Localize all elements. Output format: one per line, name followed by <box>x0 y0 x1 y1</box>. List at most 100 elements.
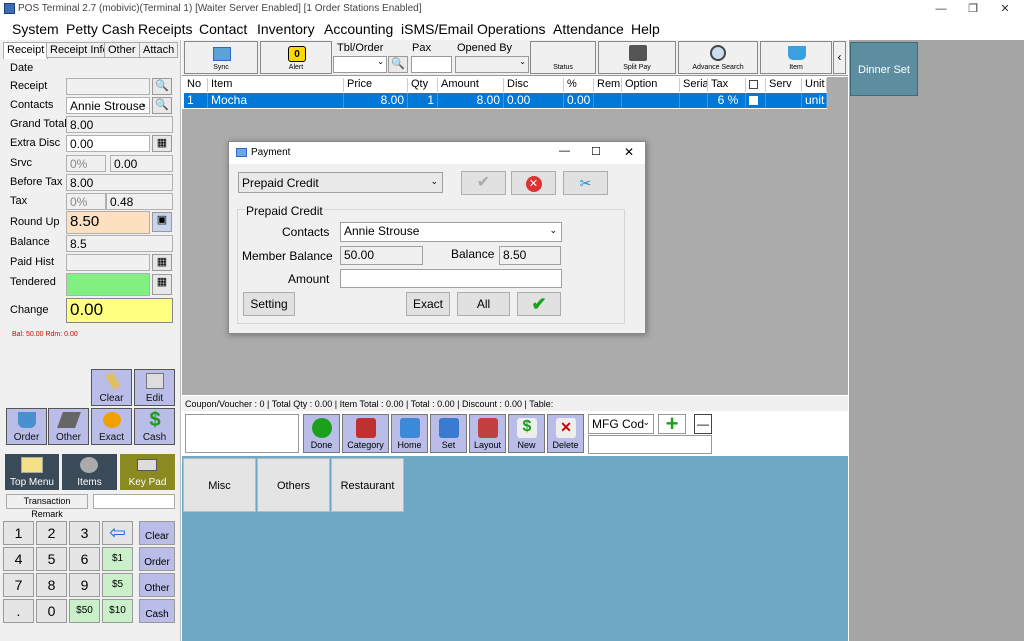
transaction-remark-button[interactable]: Transaction Remark <box>6 494 88 519</box>
window-title: POS Terminal 2.7 (mobivic)(Terminal 1) [… <box>18 3 422 14</box>
money-50-button[interactable]: $50 <box>69 599 100 623</box>
item-button[interactable]: Item <box>760 41 832 74</box>
menu-inventory[interactable]: Inventory <box>257 21 315 37</box>
paid-hist-calculator-icon[interactable]: ▦ <box>152 254 172 271</box>
backspace-arrow-icon[interactable]: ⇦ <box>102 521 133 545</box>
category-misc[interactable]: Misc <box>183 458 256 512</box>
top-menu-tile[interactable]: Top Menu <box>5 454 59 490</box>
dinner-set-button[interactable]: Dinner Set <box>850 42 918 96</box>
tendered-field[interactable] <box>66 273 150 296</box>
col-header-check[interactable] <box>746 78 766 92</box>
delete-button[interactable]: ✕ Delete <box>547 414 584 453</box>
home-button[interactable]: Home <box>391 414 428 453</box>
tools-button[interactable]: ✂ <box>563 171 608 195</box>
category-button[interactable]: Category <box>342 414 389 453</box>
category-restaurant[interactable]: Restaurant <box>331 458 404 512</box>
key-3[interactable]: 3 <box>69 521 100 545</box>
keypad-other-button[interactable]: Other <box>139 573 175 597</box>
keypad-order-button[interactable]: Order <box>139 547 175 571</box>
menu-isms-email[interactable]: iSMS/Email <box>401 21 473 37</box>
menu-receipts[interactable]: Receipts <box>138 21 192 37</box>
edit-tile[interactable]: Edit <box>134 369 175 406</box>
cell-check[interactable] <box>746 93 766 108</box>
tendered-calculator-icon[interactable]: ▦ <box>152 274 172 295</box>
round-up-icon[interactable]: ▣ <box>152 212 172 232</box>
cancel-button[interactable]: ✕ <box>511 171 556 195</box>
mfg-code-input[interactable] <box>588 435 712 454</box>
exact-tile[interactable]: Exact <box>91 408 132 445</box>
key-8[interactable]: 8 <box>36 573 67 597</box>
all-button[interactable]: All <box>457 292 510 316</box>
key-1[interactable]: 1 <box>3 521 34 545</box>
advance-search-button[interactable]: Advance Search <box>678 41 758 74</box>
cash-tile[interactable]: $ Cash <box>134 408 175 445</box>
key-5[interactable]: 5 <box>36 547 67 571</box>
key-7[interactable]: 7 <box>3 573 34 597</box>
key-2[interactable]: 2 <box>36 521 67 545</box>
done-button[interactable]: Done <box>303 414 340 453</box>
menu-help[interactable]: Help <box>631 21 660 37</box>
tbl-order-select[interactable]: ⌄ <box>333 56 387 73</box>
other-tile[interactable]: Other <box>48 408 89 445</box>
confirm-disabled-button[interactable]: ✔ <box>461 171 506 195</box>
tab-receipt[interactable]: Receipt <box>3 42 49 59</box>
menu-system[interactable]: System <box>12 21 59 37</box>
dialog-maximize-button[interactable]: ☐ <box>591 145 601 158</box>
menu-contact[interactable]: Contact <box>199 21 247 37</box>
minimize-button[interactable]: — <box>926 0 956 18</box>
ok-button[interactable]: ✔ <box>517 292 561 316</box>
exact-button[interactable]: Exact <box>406 292 450 316</box>
dialog-close-button[interactable]: ✕ <box>624 145 634 159</box>
close-window-button[interactable]: ✕ <box>990 0 1020 18</box>
key-4[interactable]: 4 <box>3 547 34 571</box>
contacts-select[interactable]: Annie Strouse ⌄ <box>66 97 150 114</box>
transaction-remark-field[interactable] <box>93 494 175 509</box>
pax-input[interactable] <box>411 56 452 73</box>
extra-disc-field[interactable]: 0.00 <box>66 135 150 152</box>
key-0[interactable]: 0 <box>36 599 67 623</box>
menu-attendance[interactable]: Attendance <box>553 21 624 37</box>
clear-tile[interactable]: Clear <box>91 369 132 406</box>
sync-button[interactable]: Sync <box>184 41 258 74</box>
tab-other[interactable]: Other <box>104 42 140 58</box>
key-6[interactable]: 6 <box>69 547 100 571</box>
contacts-search-icon[interactable]: 🔍 <box>152 97 172 114</box>
dialog-contacts-select[interactable]: Annie Strouse ⌄ <box>340 222 562 242</box>
tbl-search-icon[interactable]: 🔍 <box>388 56 408 73</box>
tab-attach[interactable]: Attach <box>139 42 179 58</box>
alert-button[interactable]: 0 Alert <box>260 41 332 74</box>
receipt-search-icon[interactable]: 🔍 <box>152 78 172 95</box>
calculator-icon[interactable]: ▦ <box>152 135 172 152</box>
menu-accounting[interactable]: Accounting <box>324 21 393 37</box>
restore-button[interactable]: ❐ <box>958 0 988 18</box>
receipt-field[interactable] <box>66 78 150 95</box>
money-10-button[interactable]: $10 <box>102 599 133 623</box>
keypad-cash-button[interactable]: Cash <box>139 599 175 623</box>
order-tile[interactable]: Order <box>6 408 47 445</box>
keypad-clear-button[interactable]: Clear <box>139 521 175 545</box>
dialog-minimize-button[interactable]: — <box>559 145 570 157</box>
layout-button[interactable]: Layout <box>469 414 506 453</box>
setting-button[interactable]: Setting <box>243 292 295 316</box>
menu-petty-cash[interactable]: Petty Cash <box>66 21 134 37</box>
money-1-button[interactable]: $1 <box>102 547 133 571</box>
collapse-panel-button[interactable]: ‹ <box>833 41 846 74</box>
add-button[interactable]: + <box>658 413 686 435</box>
money-5-button[interactable]: $5 <box>102 573 133 597</box>
split-pay-button[interactable]: Split Pay <box>598 41 676 74</box>
key-decimal[interactable]: . <box>3 599 34 623</box>
minus-button[interactable]: — <box>694 414 712 434</box>
category-others[interactable]: Others <box>257 458 330 512</box>
mfg-code-select[interactable]: MFG Cod ⌄ <box>588 414 654 434</box>
amount-input[interactable] <box>340 269 562 288</box>
menu-operations[interactable]: Operations <box>477 21 545 37</box>
opened-by-select[interactable]: ⌄ <box>455 56 529 73</box>
items-tile[interactable]: Items <box>62 454 117 490</box>
new-button[interactable]: $ New <box>508 414 545 453</box>
key-pad-tile[interactable]: Key Pad <box>120 454 175 490</box>
set-button[interactable]: Set <box>430 414 467 453</box>
tab-receipt-info[interactable]: Receipt Info <box>46 42 113 58</box>
status-button[interactable]: Status <box>530 41 596 74</box>
key-9[interactable]: 9 <box>69 573 100 597</box>
payment-method-select[interactable]: Prepaid Credit ⌄ <box>238 172 443 193</box>
